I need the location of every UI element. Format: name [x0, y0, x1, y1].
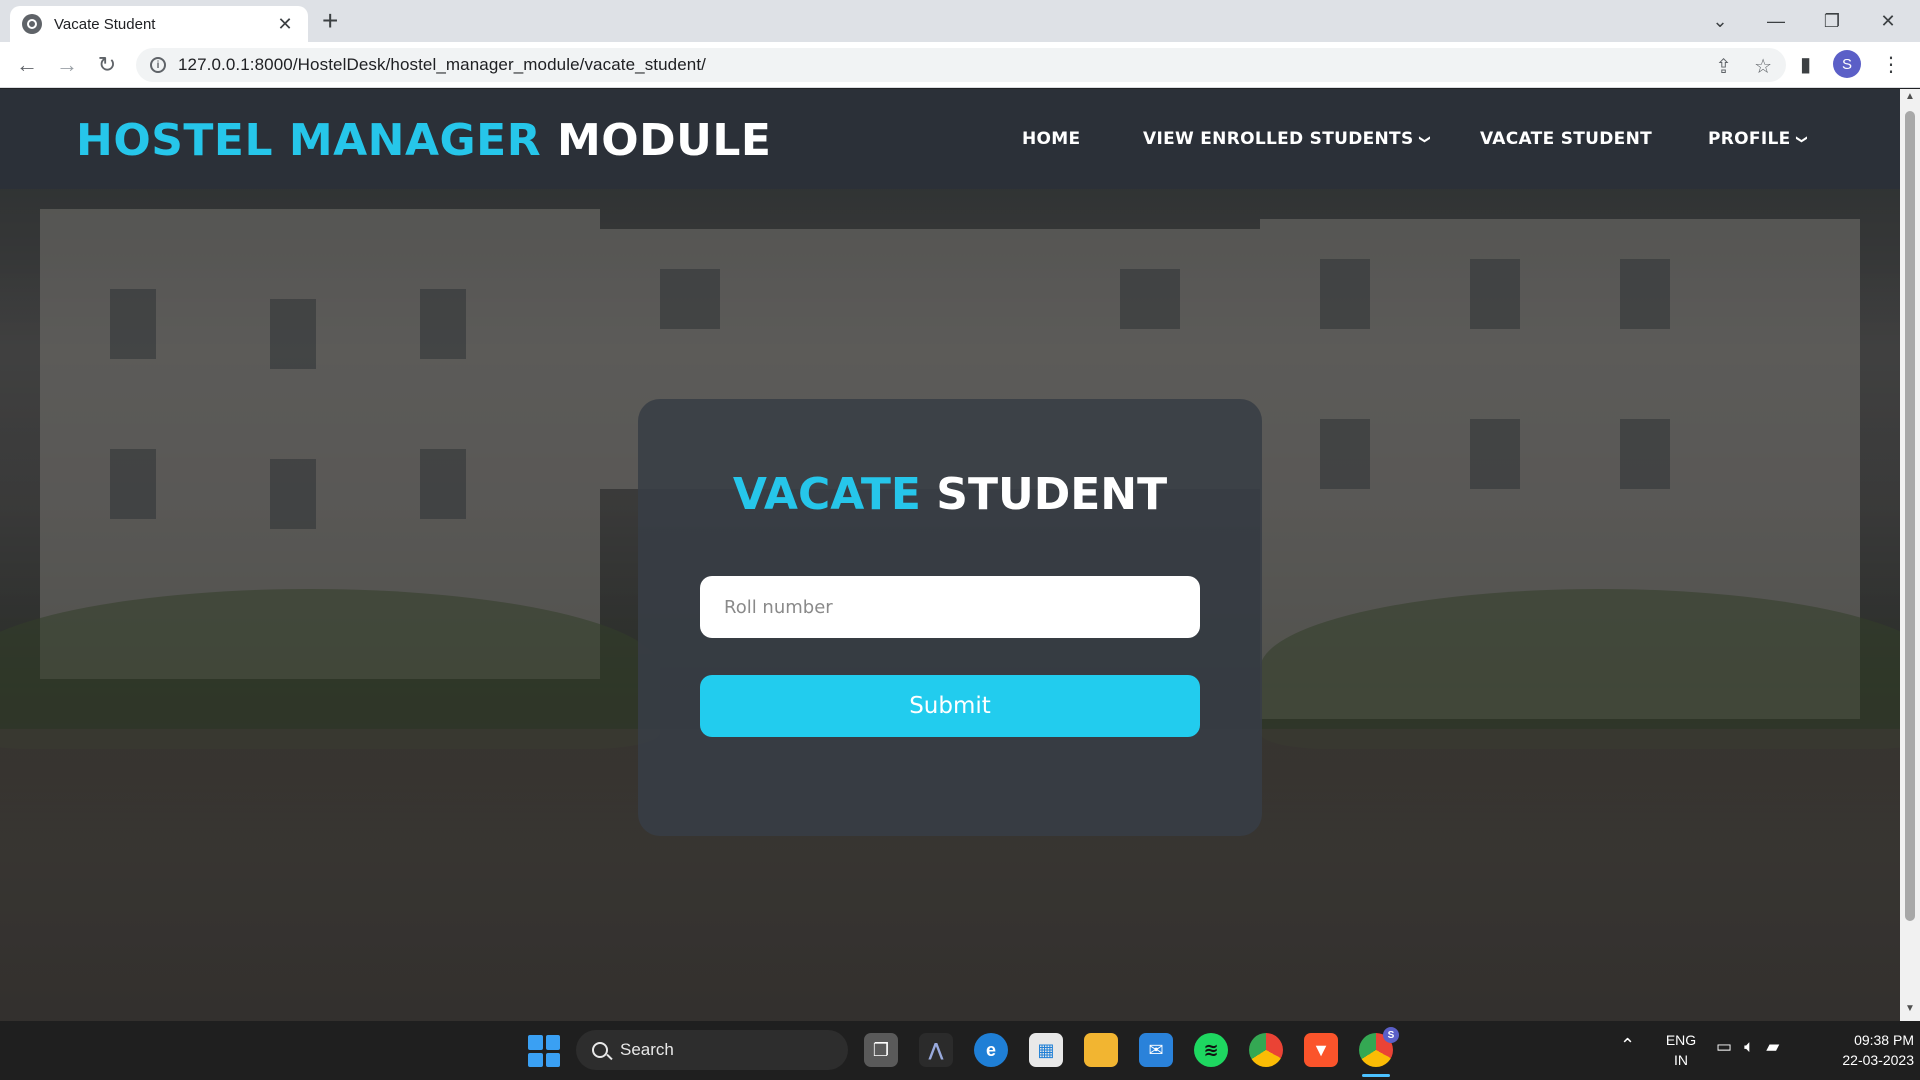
nav-vacate-student[interactable]: VACATE STUDENT	[1480, 129, 1652, 149]
brave-browser-icon[interactable]: ▼	[1304, 1033, 1338, 1067]
active-app-indicator	[1362, 1074, 1390, 1077]
volume-icon[interactable]: 🔈︎	[1744, 1037, 1754, 1057]
logo-text-accent: HOSTEL MANAGER	[76, 115, 542, 166]
chevron-down-icon: ❯	[1417, 134, 1431, 144]
taskbar-clock[interactable]: 09:38 PM 22-03-2023	[1810, 1030, 1914, 1070]
vacate-student-card: VACATE STUDENT Submit	[638, 399, 1262, 836]
predator-app-icon[interactable]: ⋀	[919, 1033, 953, 1067]
site-header: HOSTEL MANAGER MODULE HOME VIEW ENROLLED…	[0, 89, 1900, 189]
scroll-up-arrow-icon[interactable]: ▲	[1904, 91, 1916, 102]
chevron-down-icon: ❯	[1794, 134, 1808, 144]
network-icon[interactable]: ▭	[1716, 1037, 1732, 1057]
taskbar-search[interactable]: Search	[576, 1030, 848, 1070]
site-logo[interactable]: HOSTEL MANAGER MODULE	[76, 115, 772, 166]
close-tab-icon[interactable]: ✕	[274, 14, 296, 35]
microsoft-store-icon[interactable]: ▦	[1029, 1033, 1063, 1067]
clock-date: 22-03-2023	[1842, 1052, 1914, 1068]
nav-vacate-label: VACATE STUDENT	[1480, 129, 1652, 149]
chrome-profile-icon[interactable]: S	[1359, 1027, 1399, 1067]
globe-icon	[22, 14, 42, 34]
language-indicator[interactable]: ENG IN	[1660, 1030, 1702, 1070]
profile-avatar[interactable]: S	[1833, 50, 1862, 78]
form-title: VACATE STUDENT	[638, 469, 1262, 520]
window-close-button[interactable]: ✕	[1860, 0, 1916, 42]
forward-arrow-icon[interactable]: →	[52, 50, 82, 80]
more-menu-icon[interactable]: ⋮	[1881, 52, 1901, 77]
task-view-icon[interactable]: ❐	[864, 1033, 898, 1067]
windows-start-icon[interactable]	[528, 1035, 560, 1067]
page-viewport: HOSTEL MANAGER MODULE HOME VIEW ENROLLED…	[0, 89, 1900, 1021]
file-explorer-icon[interactable]	[1084, 1033, 1118, 1067]
language-code: ENG	[1665, 1032, 1697, 1048]
windows-taskbar: Search ❐ ⋀ e ▦ ✉ ≋ ▼ S ⌃ ENG IN ▭ 🔈︎ ▰ 0…	[0, 1021, 1920, 1080]
nav-home[interactable]: HOME	[1022, 129, 1080, 149]
browser-tab-strip: Vacate Student ✕ + ⌄ — ❐ ✕	[0, 0, 1920, 42]
side-panel-icon[interactable]: ▮	[1800, 52, 1811, 77]
back-arrow-icon[interactable]: ←	[12, 50, 42, 80]
logo-text-white: MODULE	[556, 115, 772, 166]
nav-view-enrolled-label: VIEW ENROLLED STUDENTS	[1143, 129, 1414, 149]
edge-browser-icon[interactable]: e	[974, 1033, 1008, 1067]
chrome-icon[interactable]	[1249, 1033, 1283, 1067]
tray-overflow-chevron-icon[interactable]: ⌃	[1620, 1035, 1635, 1056]
address-bar[interactable]: i 127.0.0.1:8000/HostelDesk/hostel_manag…	[136, 48, 1786, 82]
scrollbar-thumb[interactable]	[1905, 111, 1915, 921]
chrome-profile-badge: S	[1383, 1027, 1399, 1043]
taskbar-search-label: Search	[620, 1040, 674, 1059]
nav-home-label: HOME	[1022, 129, 1081, 149]
nav-profile-label: PROFILE	[1708, 129, 1791, 149]
scroll-down-arrow-icon[interactable]: ▼	[1904, 1003, 1916, 1014]
page-scrollbar[interactable]: ▲ ▼	[1900, 89, 1920, 1021]
restore-button[interactable]: ❐	[1804, 0, 1860, 42]
submit-button[interactable]: Submit	[700, 675, 1200, 737]
search-icon	[592, 1042, 608, 1058]
region-code: IN	[1674, 1052, 1688, 1068]
spotify-icon[interactable]: ≋	[1194, 1033, 1228, 1067]
new-tab-button[interactable]: +	[322, 6, 338, 36]
form-title-white: STUDENT	[936, 469, 1168, 520]
reload-icon[interactable]: ↻	[92, 50, 122, 80]
clock-time: 09:38 PM	[1854, 1032, 1914, 1048]
site-info-icon[interactable]: i	[150, 57, 166, 73]
bookmark-star-icon[interactable]: ☆	[1754, 54, 1772, 79]
tab-title: Vacate Student	[54, 15, 156, 33]
battery-icon[interactable]: ▰	[1766, 1037, 1779, 1057]
url-text[interactable]: 127.0.0.1:8000/HostelDesk/hostel_manager…	[178, 55, 706, 75]
share-icon[interactable]: ⇪	[1715, 54, 1732, 79]
minimize-button[interactable]: —	[1748, 0, 1804, 42]
mail-icon[interactable]: ✉	[1139, 1033, 1173, 1067]
browser-toolbar: ← → ↻ i 127.0.0.1:8000/HostelDesk/hostel…	[0, 42, 1920, 88]
browser-tab[interactable]: Vacate Student ✕	[10, 6, 308, 42]
nav-view-enrolled-students[interactable]: VIEW ENROLLED STUDENTS ❯	[1143, 129, 1431, 149]
nav-profile[interactable]: PROFILE ❯	[1708, 129, 1808, 149]
roll-number-input[interactable]	[700, 576, 1200, 638]
tab-search-chevron-icon[interactable]: ⌄	[1692, 0, 1748, 42]
form-title-accent: VACATE	[732, 469, 921, 520]
